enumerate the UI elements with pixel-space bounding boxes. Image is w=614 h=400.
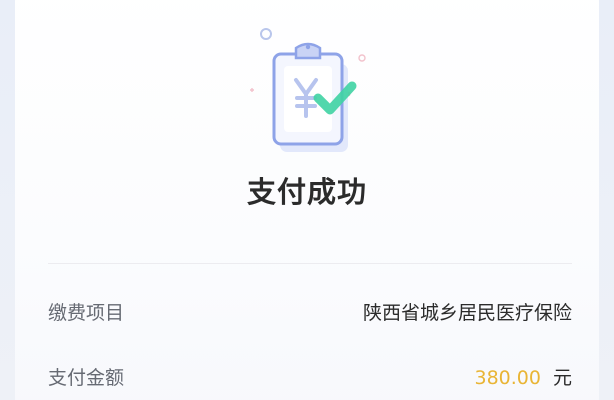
item-label: 缴费项目 bbox=[48, 302, 125, 324]
payment-result-page: 支付成功 缴费项目 陕西省城乡居民医疗保险 支付金额 380.00 元 bbox=[0, 0, 614, 400]
divider bbox=[48, 263, 572, 264]
item-value: 陕西省城乡居民医疗保险 bbox=[362, 302, 572, 324]
amount-value: 380.00 bbox=[474, 367, 541, 389]
amount-value-group: 380.00 元 bbox=[475, 361, 573, 395]
detail-row-amount: 支付金额 380.00 元 bbox=[48, 361, 572, 395]
amount-label: 支付金额 bbox=[48, 367, 125, 389]
payment-success-icon bbox=[250, 28, 366, 152]
page-title: 支付成功 bbox=[246, 175, 367, 209]
detail-row-item: 缴费项目 陕西省城乡居民医疗保险 bbox=[48, 296, 572, 330]
amount-unit: 元 bbox=[552, 367, 572, 389]
